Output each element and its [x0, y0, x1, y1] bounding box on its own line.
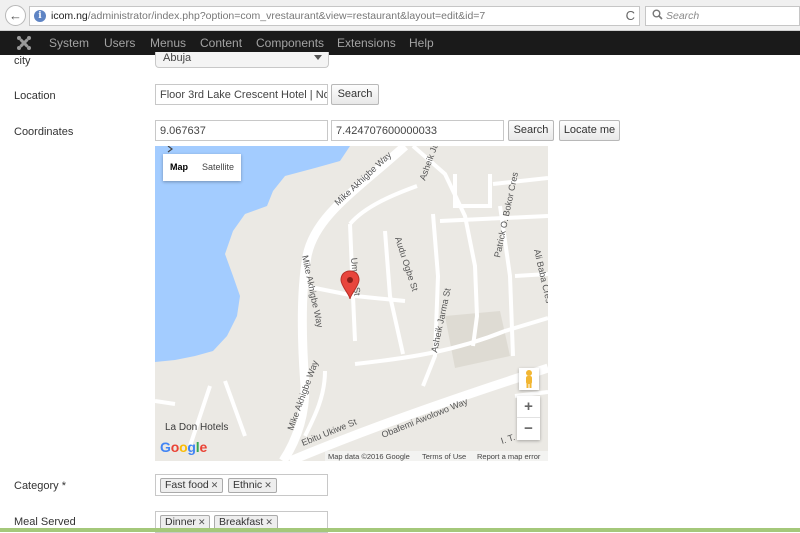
- meal-tag-label: Dinner: [165, 516, 196, 528]
- map-canvas[interactable]: Mike Akhigbe Way Mike Akhigbe Way Mike A…: [155, 146, 548, 461]
- nav-users[interactable]: Users: [104, 36, 135, 50]
- zoom-control: + −: [517, 396, 540, 440]
- info-icon[interactable]: i: [34, 10, 46, 22]
- zoom-out-button[interactable]: −: [517, 418, 540, 440]
- zoom-in-button[interactable]: +: [517, 396, 540, 418]
- url-host: icom.ng: [51, 10, 88, 22]
- location-search-button[interactable]: Search: [331, 84, 379, 105]
- address-bar[interactable]: i icom.ng/administrator/index.php?option…: [29, 6, 640, 26]
- bottom-status-strip: [0, 528, 800, 532]
- city-value: Abuja: [163, 52, 192, 64]
- nav-content[interactable]: Content: [200, 36, 242, 50]
- back-arrow-icon: ←: [9, 8, 22, 23]
- remove-tag-icon[interactable]: ✕: [211, 480, 219, 490]
- nav-menus[interactable]: Menus: [150, 36, 186, 50]
- search-placeholder: Search: [666, 10, 700, 22]
- remove-tag-icon[interactable]: ✕: [198, 517, 206, 527]
- category-tag: Fast food ✕: [160, 478, 224, 493]
- map-type-toggle[interactable]: Map Satellite: [163, 154, 242, 181]
- joomla-logo-icon[interactable]: [16, 35, 32, 51]
- category-tag-label: Fast food: [165, 479, 209, 491]
- report-error-link[interactable]: Report a map error: [477, 452, 540, 461]
- map-type-satellite-button[interactable]: Satellite: [195, 154, 241, 181]
- back-button[interactable]: ←: [5, 5, 26, 26]
- browser-search-input[interactable]: Search: [645, 6, 800, 26]
- chevron-down-icon: [314, 55, 322, 60]
- nav-help[interactable]: Help: [409, 36, 434, 50]
- meal-tag-label: Breakfast: [219, 516, 264, 528]
- city-select[interactable]: Abuja: [155, 52, 329, 68]
- remove-tag-icon[interactable]: ✕: [265, 517, 273, 527]
- reload-icon[interactable]: C: [626, 8, 635, 23]
- street-view-pegman-icon[interactable]: [519, 368, 539, 390]
- admin-navbar: System Users Menus Content Components Ex…: [0, 31, 800, 55]
- category-label: Category *: [14, 480, 66, 492]
- coordinates-label: Coordinates: [14, 126, 74, 138]
- map-attribution: Map data ©2016 Google Terms of Use Repor…: [325, 451, 548, 461]
- latitude-input[interactable]: 9.067637: [155, 120, 328, 141]
- map-data-text: Map data ©2016 Google: [328, 452, 410, 461]
- map-type-map-button[interactable]: Map: [163, 154, 195, 181]
- nav-system[interactable]: System: [49, 36, 89, 50]
- nav-extensions[interactable]: Extensions: [337, 36, 396, 50]
- locate-me-button[interactable]: Locate me: [559, 120, 620, 141]
- poi-label[interactable]: La Don Hotels: [165, 422, 228, 433]
- url-path: /administrator/index.php?option=com_vres…: [87, 10, 486, 22]
- city-label: city: [14, 55, 31, 67]
- coordinates-search-button[interactable]: Search: [508, 120, 554, 141]
- category-tag: Ethnic ✕: [228, 478, 277, 493]
- nav-components[interactable]: Components: [256, 36, 324, 50]
- map-widget[interactable]: Mike Akhigbe Way Mike Akhigbe Way Mike A…: [155, 146, 548, 461]
- location-input[interactable]: Floor 3rd Lake Crescent Hotel | No.:: [155, 84, 328, 105]
- longitude-input[interactable]: 7.424707600000033: [331, 120, 504, 141]
- category-tag-label: Ethnic: [233, 479, 263, 491]
- google-logo: Google: [160, 439, 208, 455]
- meal-served-label: Meal Served: [14, 516, 76, 528]
- browser-toolbar: ← i icom.ng/administrator/index.php?opti…: [0, 0, 800, 31]
- location-label: Location: [14, 90, 56, 102]
- category-tag-input[interactable]: Fast food ✕ Ethnic ✕: [155, 474, 328, 496]
- remove-tag-icon[interactable]: ✕: [264, 480, 272, 490]
- terms-link[interactable]: Terms of Use: [422, 452, 466, 461]
- url-text: icom.ng/administrator/index.php?option=c…: [51, 10, 485, 22]
- search-icon: [652, 9, 663, 23]
